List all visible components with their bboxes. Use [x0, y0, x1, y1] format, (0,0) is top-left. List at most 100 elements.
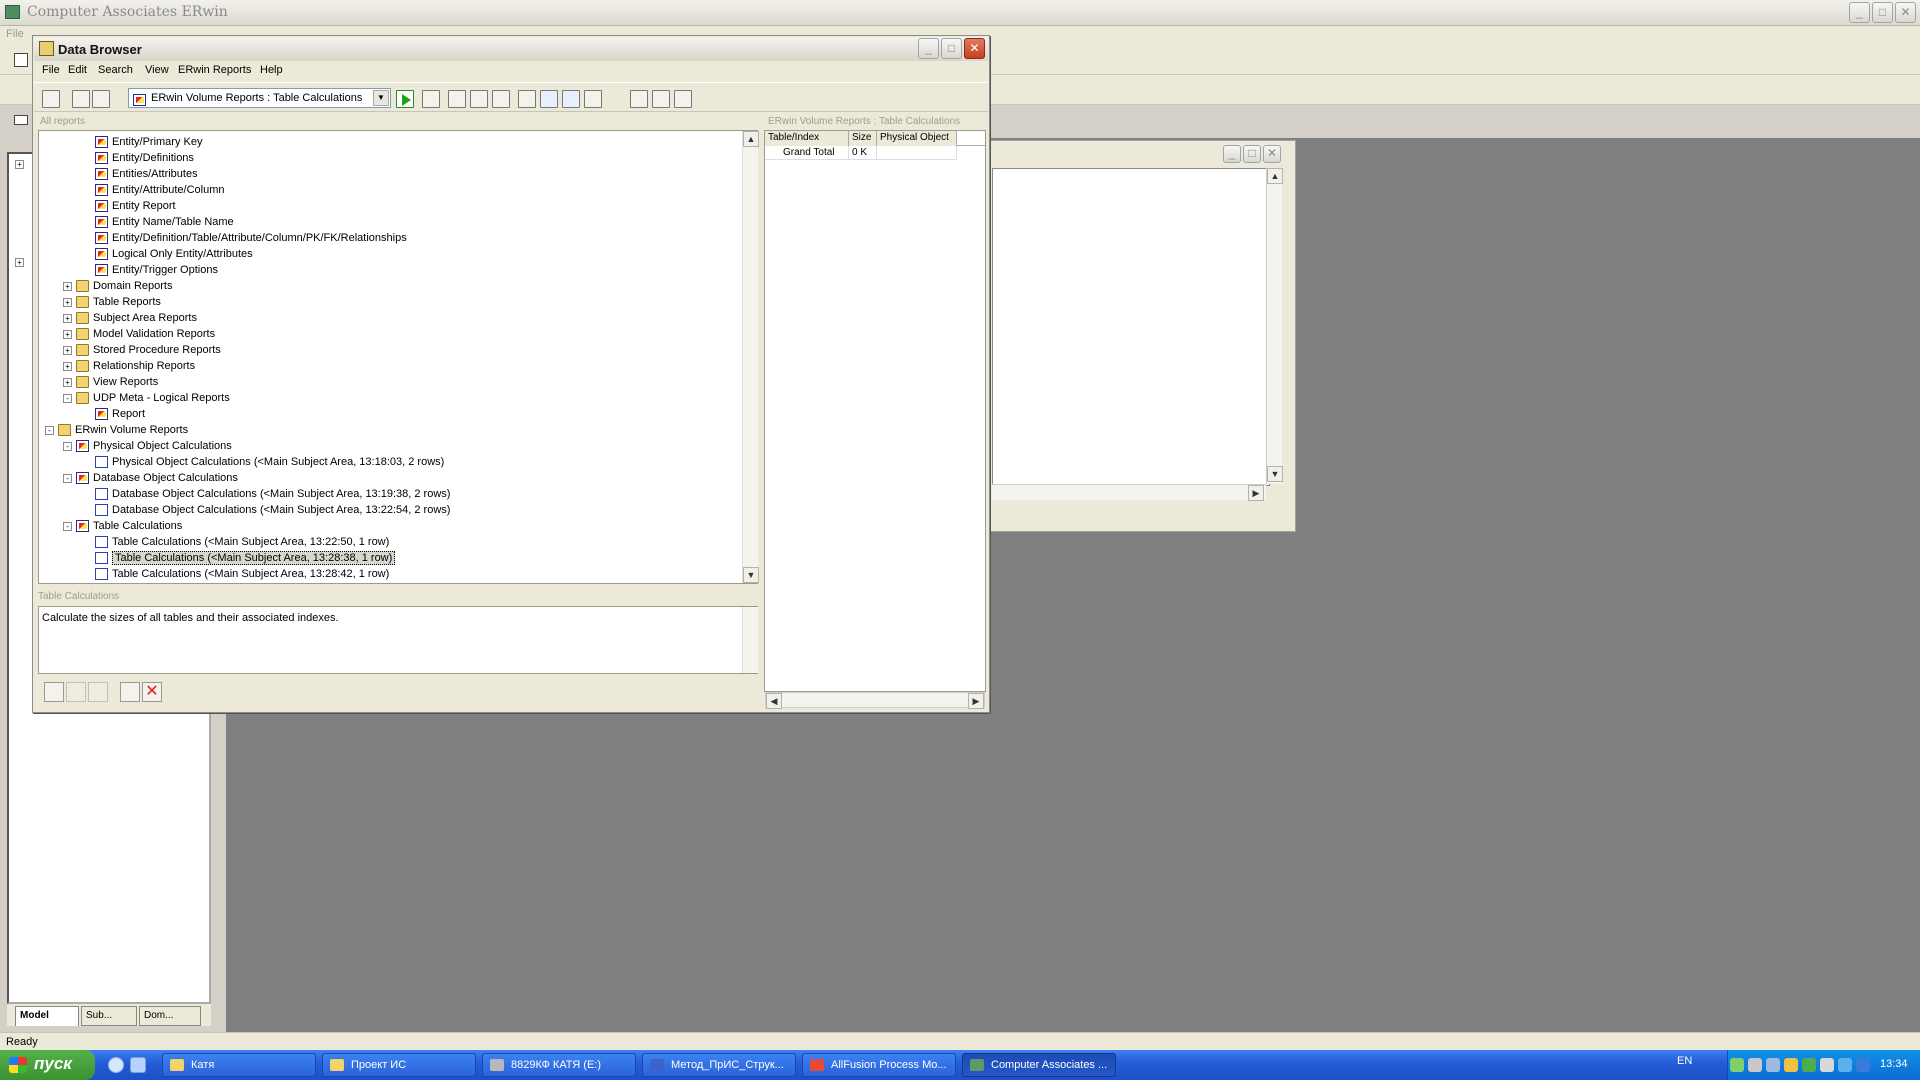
tab-model[interactable]: Model	[15, 1006, 79, 1026]
collapse-icon[interactable]: -	[63, 393, 72, 403]
find-next-icon[interactable]	[470, 90, 488, 108]
expand-icon[interactable]: +	[63, 345, 72, 355]
child-maximize-button[interactable]: □	[1243, 145, 1261, 163]
tree-view-icon[interactable]	[518, 90, 536, 108]
stop-icon[interactable]	[422, 90, 440, 108]
expand-icon[interactable]: +	[63, 329, 72, 339]
run-report-icon[interactable]	[396, 90, 414, 108]
expand-icon[interactable]: +	[63, 361, 72, 371]
scroll-right-icon[interactable]: ▶	[1248, 485, 1264, 501]
collapse-icon[interactable]: -	[63, 473, 72, 483]
table-row[interactable]: Grand Total 0 K	[765, 146, 985, 160]
column-header-physical-object[interactable]: Physical Object	[877, 131, 957, 146]
tree-folder-item[interactable]: - UDP Meta - Logical Reports	[63, 390, 230, 406]
language-indicator[interactable]: EN	[1677, 1055, 1692, 1067]
taskbar-button[interactable]: AllFusion Process Mo...	[802, 1053, 956, 1077]
maximize-button[interactable]: □	[1872, 2, 1893, 23]
menu-file[interactable]: File	[6, 28, 24, 40]
scroll-right-icon[interactable]: ▶	[968, 693, 984, 709]
tree-folder-item[interactable]: + Subject Area Reports	[63, 310, 197, 326]
tree-folder-item[interactable]: + Domain Reports	[63, 278, 172, 294]
child-close-button[interactable]: ✕	[1263, 145, 1281, 163]
menu-edit[interactable]: Edit	[68, 64, 87, 76]
expand-icon[interactable]: +	[63, 313, 72, 323]
scroll-up-icon[interactable]: ▲	[1267, 168, 1283, 184]
back-arrow-icon[interactable]	[540, 90, 558, 108]
scroll-down-icon[interactable]: ▼	[743, 567, 759, 583]
find-icon[interactable]	[448, 90, 466, 108]
tree-report-item[interactable]: Report	[95, 406, 145, 422]
move-up-icon[interactable]	[66, 682, 86, 702]
taskbar-button[interactable]: Метод_ПрИС_Струк...	[642, 1053, 796, 1077]
start-button[interactable]: пуск	[0, 1050, 95, 1080]
vertical-scrollbar[interactable]: ▲ ▼	[1266, 168, 1283, 484]
tree-folder-item[interactable]: + Model Validation Reports	[63, 326, 215, 342]
child-minimize-button[interactable]: _	[1223, 145, 1241, 163]
tree-report-item[interactable]: Entity/Trigger Options	[95, 262, 218, 278]
binoculars-icon[interactable]	[674, 90, 692, 108]
db-close-button[interactable]: ✕	[964, 38, 985, 59]
tree-folder-item[interactable]: + Relationship Reports	[63, 358, 195, 374]
db-maximize-button[interactable]: □	[941, 38, 962, 59]
scroll-down-icon[interactable]: ▼	[1267, 466, 1283, 482]
description-scrollbar[interactable]	[742, 607, 758, 673]
taskbar-button[interactable]: 8829КФ КАТЯ (E:)	[482, 1053, 636, 1077]
tree-report-item[interactable]: Table Calculations (<Main Subject Area, …	[95, 550, 396, 566]
menu-search[interactable]: Search	[98, 64, 133, 76]
expand-icon[interactable]: +	[63, 377, 72, 387]
print-preview-icon[interactable]	[92, 90, 110, 108]
column-header-table-index[interactable]: Table/Index	[765, 131, 849, 146]
expand-icon[interactable]: +	[63, 297, 72, 307]
tree-report-item[interactable]: Entity Report	[95, 198, 176, 214]
print-icon[interactable]	[72, 90, 90, 108]
report-select[interactable]: ERwin Volume Reports : Table Calculation…	[128, 88, 391, 108]
menu-view[interactable]: View	[145, 64, 169, 76]
tree-folder-item[interactable]: + Stored Procedure Reports	[63, 342, 221, 358]
entity-tool-icon[interactable]	[14, 115, 28, 125]
tree-report-item[interactable]: Entity/Primary Key	[95, 134, 202, 150]
column-header-size[interactable]: Size	[849, 131, 877, 146]
collapse-icon[interactable]: -	[45, 425, 54, 435]
chevron-down-icon[interactable]: ▼	[373, 90, 389, 106]
menu-file[interactable]: File	[42, 64, 60, 76]
new-file-icon[interactable]	[14, 53, 28, 67]
tree-report-item[interactable]: - Physical Object Calculations	[63, 438, 232, 454]
tree-report-item[interactable]: - Database Object Calculations	[63, 470, 238, 486]
tree-report-item[interactable]: Entity/Attribute/Column	[95, 182, 225, 198]
copy-icon[interactable]	[584, 90, 602, 108]
tree-folder-item[interactable]: + Table Reports	[63, 294, 161, 310]
report-tree[interactable]: Entity/Primary Key Entity/Definitions Enti…	[38, 130, 758, 584]
tray-icon[interactable]	[1784, 1058, 1798, 1072]
browser-quicklaunch-icon[interactable]	[108, 1057, 124, 1073]
tab-domains[interactable]: Dom...	[139, 1006, 201, 1026]
results-grid[interactable]	[764, 130, 986, 692]
minimize-button[interactable]: _	[1849, 2, 1870, 23]
collapse-icon[interactable]: -	[63, 441, 72, 451]
tree-folder-item[interactable]: - ERwin Volume Reports	[45, 422, 188, 438]
menu-help[interactable]: Help	[260, 64, 283, 76]
scroll-left-icon[interactable]: ◀	[766, 693, 782, 709]
tree-report-item[interactable]: Table Calculations (<Main Subject Area, …	[95, 566, 389, 582]
tray-icon[interactable]	[1748, 1058, 1762, 1072]
tray-icon[interactable]	[1730, 1058, 1744, 1072]
tree-scrollbar[interactable]: ▲ ▼	[742, 131, 759, 583]
tree-folder-item[interactable]: + View Reports	[63, 374, 158, 390]
delete-icon[interactable]: ✕	[142, 682, 162, 702]
list-view-icon[interactable]	[630, 90, 648, 108]
forward-arrow-icon[interactable]	[562, 90, 580, 108]
tray-icon[interactable]	[1802, 1058, 1816, 1072]
collapse-icon[interactable]: -	[63, 521, 72, 531]
scroll-up-icon[interactable]: ▲	[743, 131, 759, 147]
sort-icon[interactable]	[652, 90, 670, 108]
tree-report-item[interactable]: Entity/Definition/Table/Attribute/Column…	[95, 230, 407, 246]
move-down-icon[interactable]	[88, 682, 108, 702]
horizontal-scrollbar[interactable]: ▶	[992, 484, 1266, 501]
new-report-icon[interactable]	[42, 90, 60, 108]
tree-report-item[interactable]: Physical Object Calculations (<Main Subj…	[95, 454, 444, 470]
close-button[interactable]: ✕	[1895, 2, 1916, 23]
tree-report-item[interactable]: Database Object Calculations (<Main Subj…	[95, 502, 450, 518]
tree-report-item[interactable]: Table Calculations (<Main Subject Area, …	[95, 534, 389, 550]
tree-report-item[interactable]: Database Object Calculations (<Main Subj…	[95, 486, 450, 502]
diagram-canvas[interactable]	[992, 168, 1270, 486]
tray-icon[interactable]	[1856, 1058, 1870, 1072]
